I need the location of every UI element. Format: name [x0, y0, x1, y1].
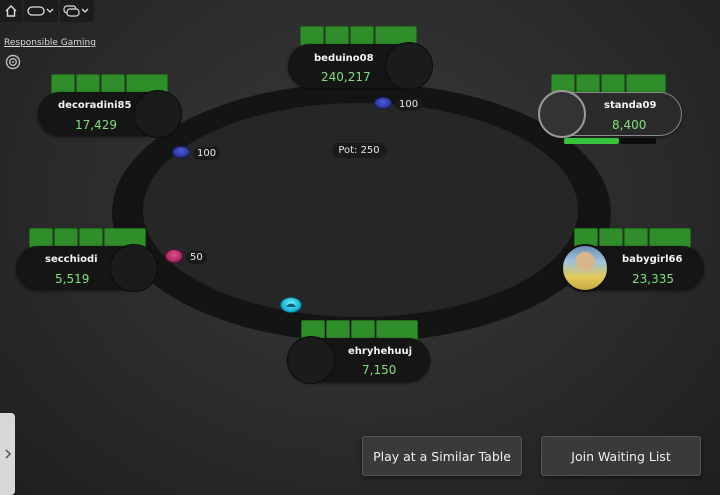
chip-stack-blue: [374, 97, 392, 109]
card-back: [624, 228, 648, 248]
chevron-right-icon: [4, 449, 11, 459]
card-back: [76, 74, 100, 94]
card-back: [79, 228, 103, 248]
card-back: [51, 74, 75, 94]
player-name: standa09: [604, 100, 657, 111]
card-back: [599, 228, 623, 248]
card-back: [101, 74, 125, 94]
pot-label: Pot: 250: [332, 143, 386, 158]
card-back: [29, 228, 53, 248]
player-avatar: [538, 90, 586, 138]
player-name: decoradini85: [58, 100, 132, 111]
player-name: secchiodi: [45, 254, 98, 265]
side-panel-toggle[interactable]: [0, 413, 15, 495]
card-back: [576, 74, 600, 94]
card-back: [326, 320, 350, 340]
multi-table-button[interactable]: [60, 0, 94, 22]
dealer-icon: [286, 303, 296, 307]
bet-amount: 100: [193, 147, 221, 160]
play-similar-table-button[interactable]: Play at a Similar Table: [362, 436, 522, 476]
table-view-icon: [27, 6, 54, 16]
card-back: [601, 74, 625, 94]
player-stack: 17,429: [75, 118, 117, 132]
action-timer-fill: [564, 138, 620, 144]
card-back: [350, 26, 374, 46]
player-name: beduino08: [314, 53, 374, 64]
responsible-gaming-link[interactable]: Responsible Gaming: [4, 38, 96, 48]
chip-stack-pink: [165, 249, 183, 263]
player-stack: 7,150: [362, 363, 397, 377]
player-stack: 5,519: [55, 272, 90, 286]
card-back: [376, 320, 418, 340]
home-button[interactable]: [0, 0, 22, 22]
home-icon: [5, 5, 17, 17]
player-stack: 8,400: [612, 118, 647, 132]
player-avatar: [134, 90, 182, 138]
card-back: [300, 26, 324, 46]
card-back: [351, 320, 375, 340]
table-view-button[interactable]: [24, 0, 58, 22]
chip-stack-blue: [172, 146, 190, 158]
join-waiting-list-button[interactable]: Join Waiting List: [541, 436, 701, 476]
action-timer: [564, 138, 656, 144]
dealer-button: [280, 297, 302, 313]
player-stack: 23,335: [632, 272, 674, 286]
bet-amount: 100: [395, 98, 423, 111]
bet-amount: 50: [186, 251, 207, 264]
target-icon[interactable]: [4, 54, 22, 70]
player-name: babygirl66: [622, 254, 683, 265]
poker-table-felt: [143, 103, 578, 317]
player-name: ehryhehuuj: [348, 346, 413, 357]
card-back: [54, 228, 78, 248]
multi-table-icon: [63, 5, 89, 17]
player-stack: 240,217: [321, 70, 371, 84]
card-back: [626, 74, 666, 94]
card-back: [325, 26, 349, 46]
card-back: [649, 228, 691, 248]
top-toolbar: [0, 0, 94, 22]
player-avatar: [110, 244, 158, 292]
player-avatar: [385, 42, 433, 90]
player-avatar: [287, 336, 335, 384]
player-avatar-photo: [561, 244, 609, 292]
